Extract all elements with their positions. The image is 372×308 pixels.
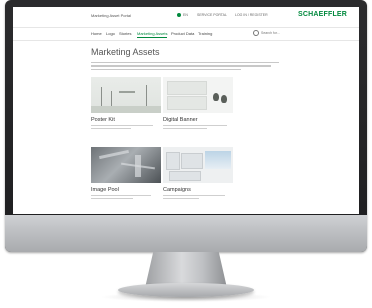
digital-banner-thumbnail	[163, 77, 233, 113]
portal-title: Marketing Asset Portal	[91, 13, 132, 18]
nav-marketing-assets[interactable]: Marketing Assets	[137, 31, 168, 38]
nav-training[interactable]: Training	[198, 31, 212, 36]
screen: Marketing Asset Portal EN SERVICE PORTAL…	[13, 7, 359, 214]
top-bar: Marketing Asset Portal EN SERVICE PORTAL…	[13, 7, 359, 28]
card-poster-kit[interactable]: Poster Kit	[91, 77, 161, 131]
monitor-chin	[5, 215, 367, 252]
nav-home[interactable]: Home	[91, 31, 102, 36]
image-pool-thumbnail	[91, 147, 161, 183]
page-title: Marketing Assets	[91, 47, 160, 57]
search-input[interactable]: Search for...	[253, 30, 313, 37]
card-description	[163, 195, 233, 199]
card-image-pool[interactable]: Image Pool	[91, 147, 161, 201]
card-title: Poster Kit	[91, 117, 115, 123]
card-title: Image Pool	[91, 187, 119, 193]
card-title: Digital Banner	[163, 117, 198, 123]
poster-kit-thumbnail	[91, 77, 161, 113]
card-description	[91, 195, 161, 199]
search-icon	[253, 30, 259, 36]
service-portal-link[interactable]: SERVICE PORTAL	[197, 13, 227, 17]
intro-text	[91, 62, 281, 72]
nav-product-data[interactable]: Product Data	[171, 31, 194, 36]
schaeffler-logo[interactable]: SCHAEFFLER	[298, 11, 347, 18]
nav-logo[interactable]: Logo	[106, 31, 115, 36]
card-campaigns[interactable]: Campaigns	[163, 147, 233, 201]
nav-stories[interactable]: Stories	[119, 31, 131, 36]
card-description	[163, 125, 233, 129]
campaigns-thumbnail	[163, 147, 233, 183]
main-nav: Home Logo Stories Marketing Assets Produ…	[13, 28, 359, 41]
globe-icon	[177, 13, 181, 18]
card-description	[91, 125, 161, 129]
login-link[interactable]: LOG IN / REGISTER	[235, 13, 268, 17]
monitor-stand-base	[118, 283, 254, 297]
language-selector[interactable]: EN	[177, 13, 188, 18]
card-digital-banner[interactable]: Digital Banner	[163, 77, 233, 131]
card-title: Campaigns	[163, 187, 191, 193]
